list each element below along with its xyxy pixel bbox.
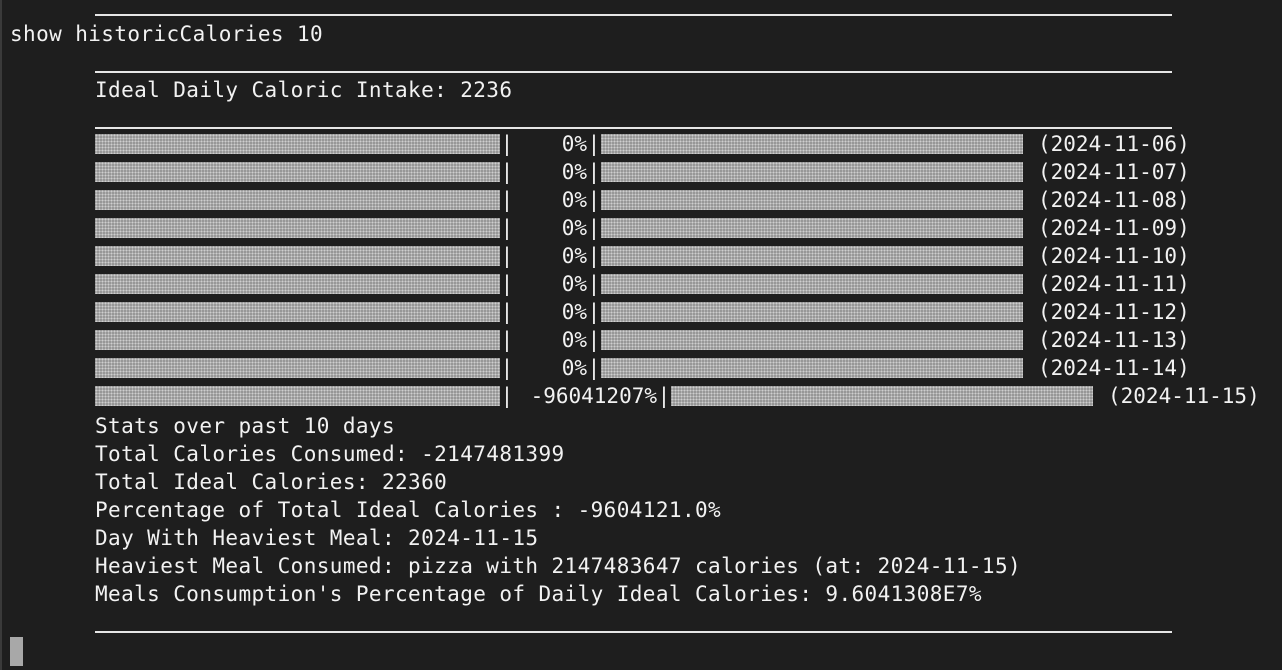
date-label: (2024-11-07): [1038, 160, 1190, 184]
history-row: | 0% | (2024-11-08): [95, 188, 1190, 212]
divider-line: [95, 14, 1172, 16]
separator: |: [500, 384, 514, 408]
heaviest-meal-consumed: Heaviest Meal Consumed: pizza with 21474…: [95, 554, 1022, 578]
stats-header: Stats over past 10 days: [95, 414, 395, 438]
bar-right: [601, 358, 1023, 378]
bar-right: [601, 274, 1023, 294]
bar-right: [601, 246, 1023, 266]
history-row: | 0% | (2024-11-10): [95, 244, 1190, 268]
percentage-value: 0%: [561, 132, 587, 156]
date-label: (2024-11-14): [1038, 356, 1190, 380]
separator: |: [500, 328, 514, 352]
bar-right: [601, 134, 1023, 154]
bar-left: [95, 274, 500, 294]
percentage-value: 0%: [561, 244, 587, 268]
heaviest-meal-day: Day With Heaviest Meal: 2024-11-15: [95, 526, 539, 550]
bar-left: [95, 218, 500, 238]
bar-left: [95, 190, 500, 210]
percentage-value: 0%: [561, 328, 587, 352]
separator: |: [500, 300, 514, 324]
divider-line: [95, 127, 1172, 129]
bar-left: [95, 330, 500, 350]
percentage-value: 0%: [561, 160, 587, 184]
bar-left: [95, 134, 500, 154]
separator: |: [500, 160, 514, 184]
separator: |: [587, 132, 601, 156]
separator: |: [500, 216, 514, 240]
percentage-value: -96041207%: [530, 384, 657, 408]
terminal-cursor[interactable]: [10, 637, 23, 666]
separator: |: [587, 356, 601, 380]
command-line: show historicCalories 10: [10, 22, 324, 46]
percentage-value: 0%: [561, 300, 587, 324]
bar-left: [95, 246, 500, 266]
bar-left: [95, 162, 500, 182]
date-label: (2024-11-13): [1038, 328, 1190, 352]
history-row: | -96041207% | (2024-11-15): [95, 384, 1260, 408]
separator: |: [657, 384, 671, 408]
percentage-value: 0%: [561, 272, 587, 296]
percentage-value: 0%: [561, 188, 587, 212]
separator: |: [500, 244, 514, 268]
bar-right: [601, 330, 1023, 350]
bar-right: [601, 218, 1023, 238]
separator: |: [500, 356, 514, 380]
date-label: (2024-11-09): [1038, 216, 1190, 240]
date-label: (2024-11-06): [1038, 132, 1190, 156]
meals-consumption-percentage: Meals Consumption's Percentage of Daily …: [95, 582, 982, 606]
separator: |: [587, 188, 601, 212]
total-ideal-calories: Total Ideal Calories: 22360: [95, 470, 448, 494]
percentage-value: 0%: [561, 216, 587, 240]
date-label: (2024-11-10): [1038, 244, 1190, 268]
separator: |: [587, 328, 601, 352]
divider-line: [95, 71, 1172, 73]
divider-line: [95, 631, 1172, 633]
percentage-value: 0%: [561, 356, 587, 380]
separator: |: [500, 188, 514, 212]
separator: |: [587, 244, 601, 268]
separator: |: [587, 216, 601, 240]
history-row: | 0% | (2024-11-09): [95, 216, 1190, 240]
separator: |: [500, 272, 514, 296]
total-calories-consumed: Total Calories Consumed: -2147481399: [95, 442, 565, 466]
bar-right: [601, 190, 1023, 210]
date-label: (2024-11-12): [1038, 300, 1190, 324]
history-row: | 0% | (2024-11-11): [95, 272, 1190, 296]
date-label: (2024-11-08): [1038, 188, 1190, 212]
separator: |: [587, 272, 601, 296]
separator: |: [587, 160, 601, 184]
bar-left: [95, 302, 500, 322]
history-row: | 0% | (2024-11-14): [95, 356, 1190, 380]
bar-left: [95, 358, 500, 378]
history-row: | 0% | (2024-11-12): [95, 300, 1190, 324]
separator: |: [587, 300, 601, 324]
percentage-of-ideal: Percentage of Total Ideal Calories : -96…: [95, 498, 722, 522]
date-label: (2024-11-15): [1108, 384, 1260, 408]
ideal-intake-text: Ideal Daily Caloric Intake: 2236: [95, 78, 513, 102]
bar-right: [671, 386, 1093, 406]
window-edge: [0, 0, 2, 670]
separator: |: [500, 132, 514, 156]
history-row: | 0% | (2024-11-13): [95, 328, 1190, 352]
history-row: | 0% | (2024-11-06): [95, 132, 1190, 156]
bar-left: [95, 386, 500, 406]
bar-right: [601, 302, 1023, 322]
date-label: (2024-11-11): [1038, 272, 1190, 296]
bar-right: [601, 162, 1023, 182]
history-row: | 0% | (2024-11-07): [95, 160, 1190, 184]
